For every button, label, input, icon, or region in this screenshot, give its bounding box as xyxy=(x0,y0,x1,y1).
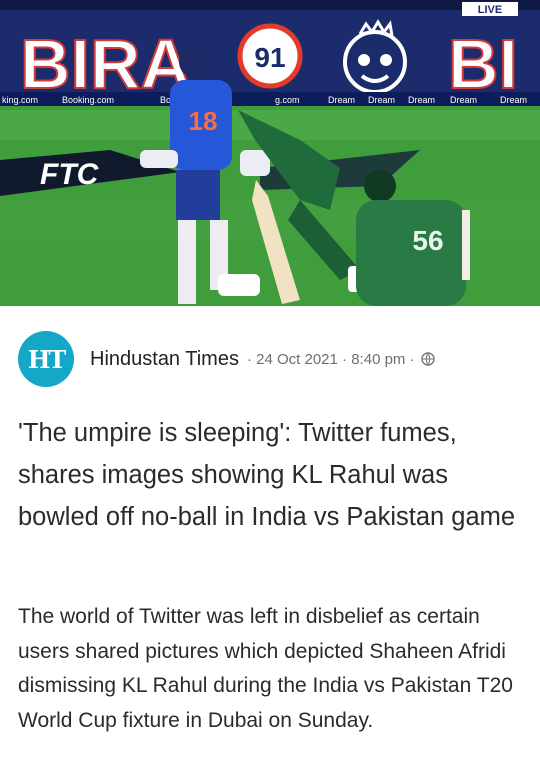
live-label: LIVE xyxy=(478,4,502,16)
banner-right-text: BI xyxy=(448,25,518,103)
separator: · xyxy=(342,350,348,368)
publisher-logo[interactable]: HT xyxy=(18,331,74,387)
public-globe-icon xyxy=(420,352,435,366)
cricket-photo: BIRA 91 BI LIVE king.com Booking.com Bo … xyxy=(0,0,540,306)
publish-meta: · 24 Oct 2021 · 8:40 pm · xyxy=(247,351,415,368)
banner-badge-text: 91 xyxy=(254,42,285,73)
publish-date: 24 Oct 2021 xyxy=(256,350,338,368)
separator: · xyxy=(246,350,252,368)
batsman-number: 18 xyxy=(189,106,218,136)
ad-strip-left-1: king.com xyxy=(2,95,38,105)
separator: · xyxy=(409,350,415,368)
ad-strip-right-4: Dream xyxy=(450,95,477,105)
article-hero-image[interactable]: BIRA 91 BI LIVE king.com Booking.com Bo … xyxy=(0,0,540,306)
publisher-name[interactable]: Hindustan Times xyxy=(90,348,239,371)
ad-strip-left-4: g.com xyxy=(275,95,300,105)
ad-strip-right-2: Dream xyxy=(368,95,395,105)
ad-strip-right-3: Dream xyxy=(408,95,435,105)
ad-strip-left-2: Booking.com xyxy=(62,95,114,105)
article-headline[interactable]: 'The umpire is sleeping': Twitter fumes,… xyxy=(18,412,528,538)
article-summary: The world of Twitter was left in disbeli… xyxy=(18,605,513,732)
source-row: HT Hindustan Times · 24 Oct 2021 · 8:40 … xyxy=(18,331,528,387)
field-logo-text: FTC xyxy=(40,158,100,191)
publish-time: 8:40 pm xyxy=(351,350,406,368)
ad-strip-right-5: Dream xyxy=(500,95,527,105)
banner-left-text: BIRA xyxy=(20,25,191,103)
ad-strip-left-3: Bo xyxy=(160,95,171,105)
ad-strip-right-1: Dream xyxy=(328,95,355,105)
fielder-number: 56 xyxy=(412,225,443,256)
